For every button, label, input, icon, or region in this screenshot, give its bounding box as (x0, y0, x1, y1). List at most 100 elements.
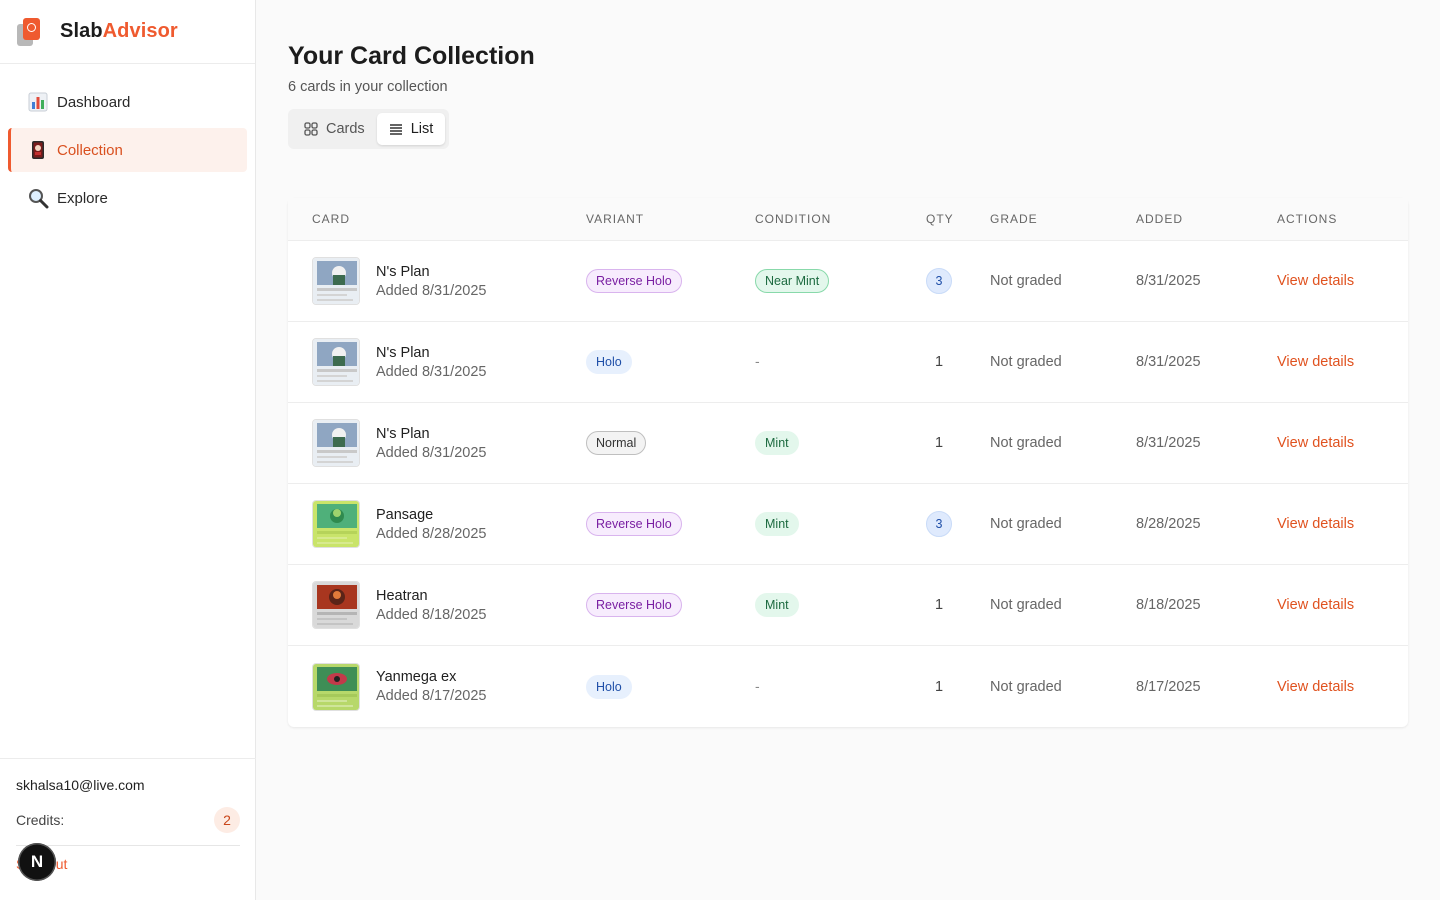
list-view-button[interactable]: List (376, 113, 446, 145)
column-header-condition: Condition (755, 212, 832, 226)
condition-cell: Mint (755, 593, 908, 617)
next-dev-indicator[interactable]: N (18, 843, 56, 881)
view-details-link[interactable]: View details (1277, 679, 1354, 695)
card-thumbnail[interactable] (312, 338, 360, 386)
list-view-label: List (410, 121, 434, 137)
card-name: N's Plan (376, 425, 430, 442)
card-thumbnail[interactable] (312, 419, 360, 467)
variant-cell: Reverse Holo (586, 593, 755, 617)
table-row[interactable]: N's Plan Added 8/31/2025 Holo - 1 Not gr… (288, 322, 1408, 403)
view-details-link[interactable]: View details (1277, 273, 1354, 289)
column-header-variant: Variant (586, 212, 645, 226)
condition-cell: - (755, 353, 908, 371)
sidebar-item-label: Collection (57, 141, 123, 159)
sidebar: SlabAdvisor Dashboard Collection Explore… (0, 0, 256, 900)
sidebar-item-dashboard[interactable]: Dashboard (8, 80, 247, 124)
card-thumbnail[interactable] (312, 662, 360, 711)
card-thumbnail[interactable] (312, 500, 360, 548)
added-cell: 8/28/2025 (1136, 516, 1201, 532)
variant-cell: Reverse Holo (586, 269, 755, 293)
qty-cell: 1 (908, 678, 990, 696)
card-cell: N's Plan Added 8/31/2025 (288, 338, 586, 386)
grade-cell: Not graded (990, 516, 1062, 532)
sidebar-item-collection[interactable]: Collection (8, 128, 247, 172)
user-email: skhalsa10@live.com (16, 777, 145, 793)
cards-view-label: Cards (326, 121, 365, 137)
view-details-link[interactable]: View details (1277, 597, 1354, 613)
brand-name-part1: Slab (60, 20, 103, 42)
qty-cell: 1 (908, 596, 990, 614)
card-name: Pansage (376, 506, 434, 523)
card-added-subtitle: Added 8/31/2025 (376, 363, 487, 380)
table-row[interactable]: N's Plan Added 8/31/2025 Reverse Holo Ne… (288, 241, 1408, 322)
card-name: Heatran (376, 587, 428, 604)
card-icon (27, 139, 49, 161)
view-details-link[interactable]: View details (1277, 354, 1354, 370)
grade-cell: Not graded (990, 354, 1062, 370)
sidebar-item-label: Explore (57, 189, 108, 207)
card-cell: N's Plan Added 8/31/2025 (288, 257, 586, 305)
credits-row: Credits: 2 (16, 807, 240, 846)
condition-badge: Mint (755, 431, 799, 455)
card-cell: Yanmega ex Added 8/17/2025 (288, 662, 586, 711)
bar-chart-icon (27, 91, 49, 113)
card-thumbnail[interactable] (312, 257, 360, 305)
condition-empty: - (755, 353, 760, 369)
page-title: Your Card Collection (288, 42, 535, 70)
table-header: Card Variant Condition Qty Grade Added A… (288, 198, 1408, 241)
sidebar-item-explore[interactable]: Explore (8, 176, 247, 220)
condition-badge: Near Mint (755, 269, 830, 293)
sidebar-nav: Dashboard Collection Explore (0, 64, 255, 220)
card-added-subtitle: Added 8/28/2025 (376, 525, 487, 542)
variant-cell: Normal (586, 431, 755, 455)
actions-cell: View details (1277, 272, 1408, 290)
added-cell: 8/31/2025 (1136, 354, 1201, 370)
table-row[interactable]: Heatran Added 8/18/2025 Reverse Holo Min… (288, 565, 1408, 646)
condition-empty: - (755, 677, 760, 694)
table-row[interactable]: N's Plan Added 8/31/2025 Normal Mint 1 N… (288, 403, 1408, 484)
condition-cell: - (755, 678, 908, 696)
qty-cell: 1 (908, 434, 990, 452)
view-details-link[interactable]: View details (1277, 435, 1354, 451)
card-added-subtitle: Added 8/17/2025 (376, 688, 487, 704)
card-cell: Pansage Added 8/28/2025 (288, 500, 586, 548)
qty-value: 1 (934, 354, 944, 370)
variant-badge: Holo (586, 674, 632, 699)
brand[interactable]: SlabAdvisor (0, 0, 255, 64)
column-header-actions: Actions (1277, 212, 1338, 226)
column-header-qty-label: Qty (926, 212, 954, 226)
condition-cell: Mint (755, 512, 908, 536)
actions-cell: View details (1277, 515, 1408, 533)
column-header-grade: Grade (990, 212, 1038, 226)
grade-cell: Not graded (990, 678, 1062, 695)
actions-cell: View details (1277, 678, 1408, 696)
variant-badge: Reverse Holo (586, 512, 682, 536)
card-name: N's Plan (376, 263, 430, 280)
qty-cell: 1 (908, 353, 990, 371)
qty-value: 1 (934, 597, 944, 613)
collection-table: Card Variant Condition Qty Grade Added A… (288, 198, 1408, 727)
actions-cell: View details (1277, 434, 1408, 452)
view-details-link[interactable]: View details (1277, 516, 1354, 532)
variant-badge: Holo (586, 350, 632, 374)
cards-view-button[interactable]: Cards (292, 113, 377, 145)
list-icon (389, 124, 402, 135)
card-thumbnail[interactable] (312, 581, 360, 629)
grade-cell: Not graded (990, 597, 1062, 613)
brand-name-part2: Advisor (102, 20, 178, 42)
variant-cell: Holo (586, 674, 755, 699)
grade-cell: Not graded (990, 273, 1062, 289)
qty-cell: 3 (908, 268, 990, 294)
table-row[interactable]: Pansage Added 8/28/2025 Reverse Holo Min… (288, 484, 1408, 565)
column-header-added: Added (1136, 212, 1184, 226)
brand-name: SlabAdvisor (60, 20, 178, 43)
variant-badge: Reverse Holo (586, 593, 682, 617)
variant-cell: Reverse Holo (586, 512, 755, 536)
sidebar-item-label: Dashboard (57, 93, 131, 111)
card-added-subtitle: Added 8/31/2025 (376, 444, 487, 461)
table-row[interactable]: Yanmega ex Added 8/17/2025 Holo - 1 Not … (288, 646, 1408, 727)
credits-label: Credits: (16, 812, 65, 828)
main-content: Your Card Collection 6 cards in your col… (288, 0, 1408, 727)
actions-cell: View details (1277, 596, 1408, 614)
added-cell: 8/31/2025 (1136, 435, 1201, 451)
